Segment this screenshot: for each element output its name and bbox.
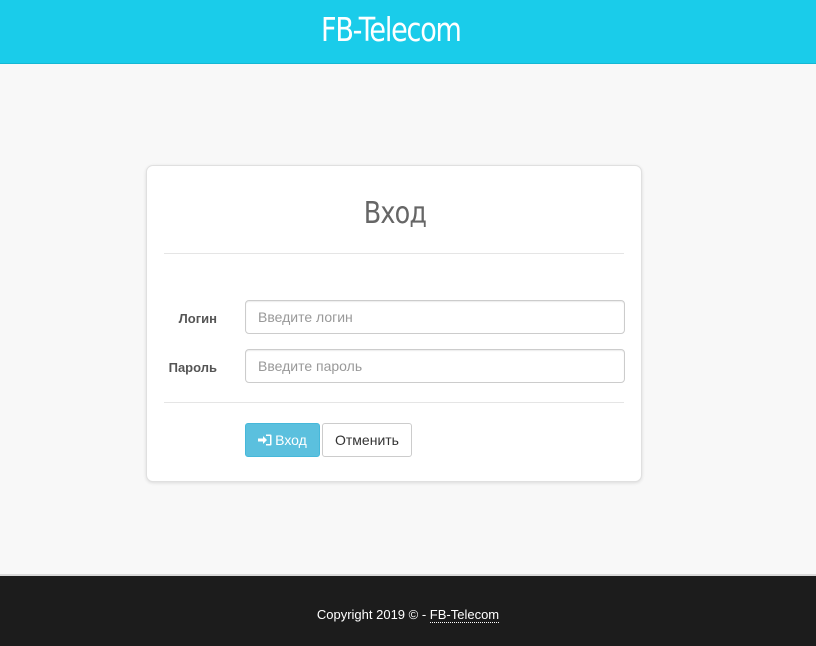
login-input[interactable] — [245, 300, 625, 334]
footer: Copyright 2019 © - FB-Telecom — [0, 574, 816, 646]
login-button[interactable]: Вход — [245, 423, 320, 457]
login-button-label: Вход — [275, 432, 307, 448]
login-card: Вход Логин Пароль Вход Отменить — [146, 165, 642, 482]
top-navbar: FB-Telecom — [0, 0, 816, 64]
cancel-button-label: Отменить — [335, 432, 399, 448]
password-label: Пароль — [168, 360, 217, 375]
form-divider — [164, 402, 624, 403]
cancel-button[interactable]: Отменить — [322, 423, 412, 457]
footer-brand-link[interactable]: FB-Telecom — [429, 607, 500, 623]
sign-in-icon — [258, 434, 272, 446]
copyright-text: Copyright 2019 © - — [316, 607, 430, 622]
brand-title[interactable]: FB-Telecom — [321, 10, 462, 49]
title-divider — [164, 253, 624, 254]
footer-copyright: Copyright 2019 © - FB-Telecom — [0, 607, 816, 623]
login-label: Логин — [178, 311, 217, 326]
login-title: Вход — [363, 196, 427, 231]
password-input[interactable] — [245, 349, 625, 383]
